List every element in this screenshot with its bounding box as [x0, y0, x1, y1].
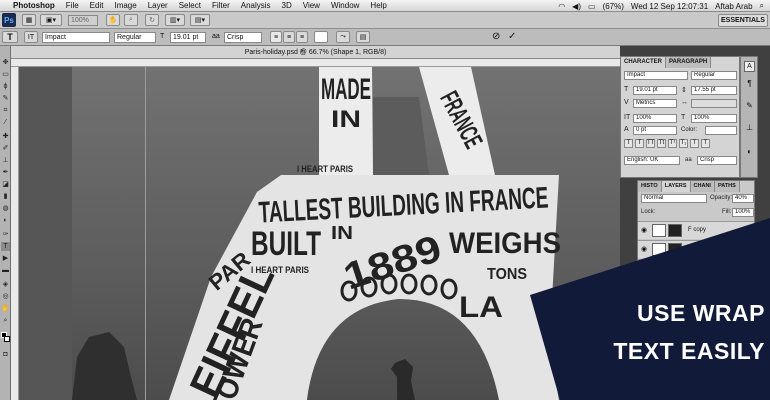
banner-line-1: USE WRAP — [637, 300, 765, 326]
banner-line-2: TEXT EASILY — [613, 338, 765, 364]
